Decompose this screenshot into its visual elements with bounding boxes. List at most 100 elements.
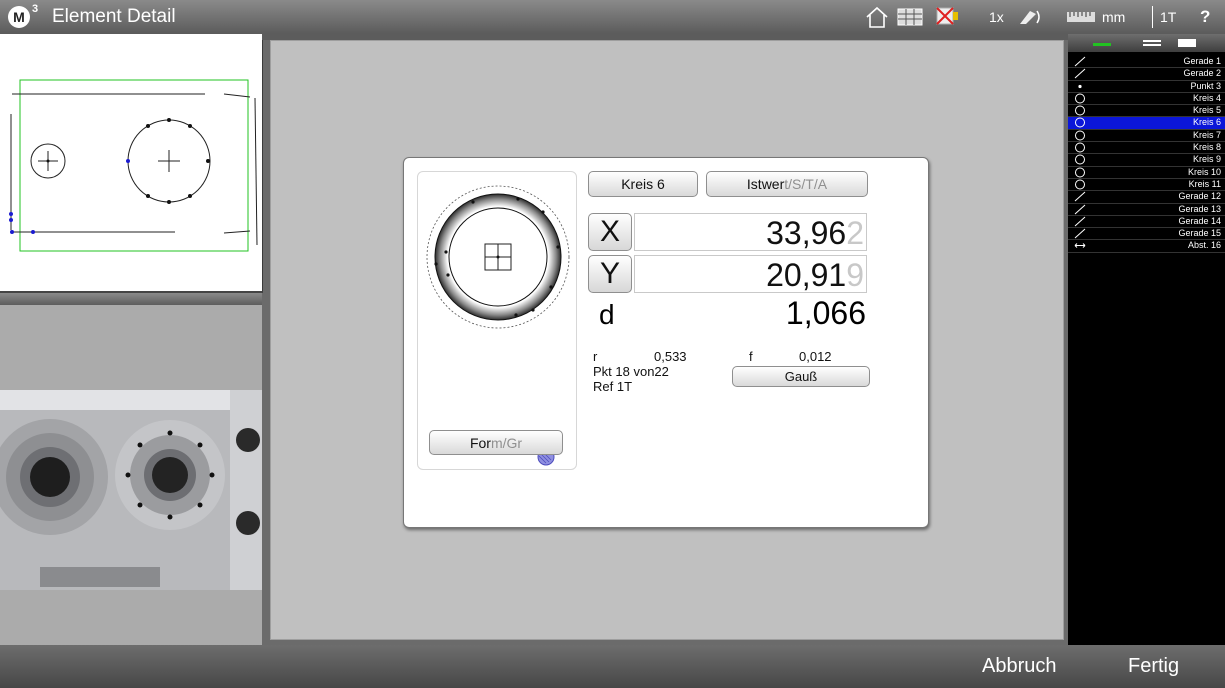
x-axis-button[interactable]: X bbox=[588, 213, 632, 251]
form-error-label: f bbox=[749, 349, 753, 364]
fit-method-button[interactable]: Gauß bbox=[732, 366, 870, 387]
line-icon bbox=[1074, 68, 1086, 79]
element-list-label: Kreis 5 bbox=[1192, 105, 1221, 116]
y-axis-button[interactable]: Y bbox=[588, 255, 632, 293]
x-value-extra-digit: 2 bbox=[846, 215, 864, 251]
crosshair-target-icon[interactable] bbox=[935, 7, 959, 27]
element-list-label: Gerade 13 bbox=[1178, 203, 1221, 214]
unit-label[interactable]: mm bbox=[1102, 7, 1125, 27]
element-list-item[interactable]: Gerade 1 bbox=[1068, 56, 1225, 69]
line-icon bbox=[1074, 204, 1086, 215]
title-bar: M 3 Element Detail 1x mm 1T ? bbox=[0, 0, 1225, 35]
form-button-dim: m/Gr bbox=[490, 434, 523, 451]
radius-label: r bbox=[593, 349, 598, 364]
element-list-item[interactable]: Kreis 8 bbox=[1068, 142, 1225, 155]
mode-button-dim: t/S/T/A bbox=[784, 176, 828, 192]
element-list-item[interactable]: Gerade 13 bbox=[1068, 204, 1225, 216]
toolbar-separator bbox=[1152, 6, 1153, 28]
element-list-item[interactable]: Kreis 7 bbox=[1068, 129, 1225, 143]
element-list-label: Gerade 14 bbox=[1178, 215, 1221, 226]
element-list-label: Kreis 8 bbox=[1192, 142, 1221, 153]
diameter-value: 1,066 bbox=[785, 295, 866, 331]
element-list-label: Abst. 16 bbox=[1187, 240, 1221, 251]
circle-icon bbox=[1074, 93, 1086, 104]
radius-value: 0,533 bbox=[654, 349, 687, 364]
line-icon bbox=[1074, 191, 1086, 202]
x-value-main: 33,96 bbox=[766, 215, 847, 251]
circle-icon bbox=[1074, 154, 1086, 165]
measure-tool-icon[interactable] bbox=[1016, 7, 1042, 27]
circle-icon bbox=[1074, 117, 1086, 128]
value-mode-button[interactable]: Istwer t/S/T/A bbox=[706, 171, 868, 197]
list-display-options bbox=[1068, 34, 1225, 52]
drawing-canvas[interactable] bbox=[0, 34, 262, 291]
form-error-value: 0,012 bbox=[799, 349, 832, 364]
element-list-label: Gerade 15 bbox=[1178, 228, 1221, 239]
circle-icon bbox=[1074, 105, 1086, 116]
circle-icon bbox=[1074, 130, 1086, 141]
element-list-label: Kreis 4 bbox=[1192, 92, 1221, 103]
logo-superscript: 3 bbox=[32, 3, 39, 15]
y-value-field: 20,919 bbox=[634, 255, 867, 293]
element-list-item[interactable]: Gerade 15 bbox=[1068, 228, 1225, 241]
element-list-label: Kreis 6 bbox=[1192, 117, 1221, 128]
element-list-item[interactable]: Punkt 3 bbox=[1068, 81, 1225, 93]
line-style-double-option[interactable] bbox=[1143, 40, 1161, 42]
element-list-item[interactable]: Kreis 6 bbox=[1068, 117, 1225, 130]
camera-view[interactable] bbox=[0, 305, 262, 645]
element-list-label: Gerade 2 bbox=[1183, 68, 1221, 79]
element-list-label: Kreis 10 bbox=[1187, 166, 1221, 177]
form-size-button[interactable]: For m/Gr bbox=[429, 430, 563, 455]
element-list-item[interactable]: Kreis 11 bbox=[1068, 178, 1225, 192]
line-icon bbox=[1074, 216, 1086, 227]
element-list-item[interactable]: Gerade 14 bbox=[1068, 215, 1225, 229]
element-list-item[interactable]: Abst. 16 bbox=[1068, 240, 1225, 253]
y-value-extra-digit: 9 bbox=[846, 257, 864, 293]
reference-info: Ref 1T bbox=[593, 379, 633, 394]
diameter-label: d bbox=[599, 299, 615, 330]
logo-letter: M bbox=[13, 9, 25, 25]
element-list-item[interactable]: Kreis 9 bbox=[1068, 154, 1225, 167]
zoom-level[interactable]: 1x bbox=[989, 7, 1004, 27]
help-button[interactable]: ? bbox=[1200, 7, 1210, 27]
reference-label[interactable]: 1T bbox=[1160, 7, 1176, 27]
element-list-item[interactable]: Kreis 10 bbox=[1068, 167, 1225, 179]
element-list-item[interactable]: Kreis 4 bbox=[1068, 92, 1225, 106]
done-button[interactable]: Fertig bbox=[1128, 655, 1179, 678]
window-title: Element Detail bbox=[52, 6, 176, 27]
element-list[interactable]: Gerade 1 Gerade 2 Punkt 3 Kreis 4 Kreis 5 Kre… bbox=[1068, 56, 1225, 253]
line-style-green-option[interactable] bbox=[1093, 43, 1111, 46]
circle-icon bbox=[1074, 179, 1086, 190]
app-logo: M 3 bbox=[8, 3, 38, 28]
camera-image bbox=[0, 305, 262, 645]
element-list-label: Kreis 7 bbox=[1192, 129, 1221, 140]
element-list-item[interactable]: Gerade 12 bbox=[1068, 191, 1225, 204]
point-count: Pkt 18 von22 bbox=[593, 364, 669, 379]
element-list-label: Gerade 1 bbox=[1183, 56, 1221, 66]
element-list-label: Punkt 3 bbox=[1190, 80, 1221, 91]
element-list-item[interactable]: Gerade 2 bbox=[1068, 68, 1225, 81]
table-icon[interactable] bbox=[897, 7, 923, 27]
mode-button-main: Istwer bbox=[746, 176, 785, 192]
form-button-main: For bbox=[469, 434, 491, 451]
form-deviation-plot bbox=[426, 185, 570, 466]
cancel-button[interactable]: Abbruch bbox=[982, 655, 1057, 678]
point-icon bbox=[1074, 81, 1086, 92]
drawing-overview[interactable] bbox=[0, 34, 263, 293]
x-value-field: 33,962 bbox=[634, 213, 867, 251]
element-detail-dialog: For m/Gr Kreis 6 Istwer t/S/T/A X 33,962 Y… bbox=[403, 157, 929, 528]
element-list-label: Kreis 11 bbox=[1188, 178, 1221, 189]
bottom-bar: Abbruch Fertig bbox=[0, 645, 1225, 688]
panel-splitter[interactable] bbox=[0, 293, 262, 305]
element-list-label: Gerade 12 bbox=[1178, 191, 1221, 202]
circle-icon bbox=[1074, 167, 1086, 178]
form-view-panel bbox=[417, 171, 577, 470]
circle-icon bbox=[1074, 142, 1086, 153]
line-icon bbox=[1074, 56, 1086, 67]
ruler-icon[interactable] bbox=[1066, 7, 1096, 27]
home-icon[interactable] bbox=[865, 6, 889, 28]
y-value-main: 20,91 bbox=[766, 257, 847, 293]
element-list-item[interactable]: Kreis 5 bbox=[1068, 105, 1225, 118]
fill-style-option[interactable] bbox=[1178, 39, 1196, 47]
element-name-button[interactable]: Kreis 6 bbox=[588, 171, 698, 197]
